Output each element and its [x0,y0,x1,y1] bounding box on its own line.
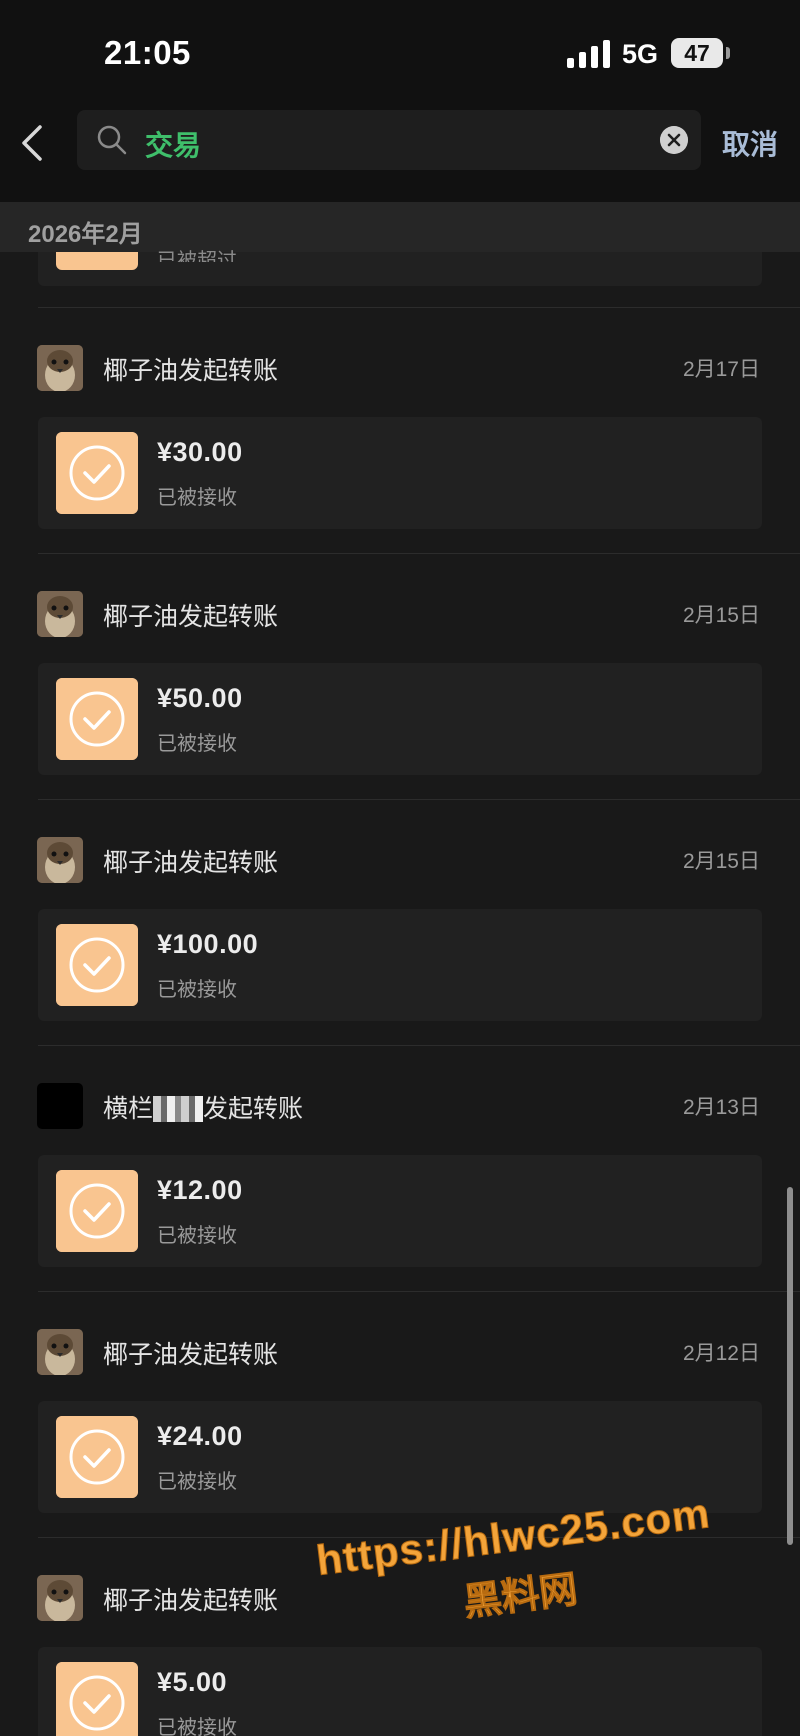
divider [38,799,800,800]
divider [38,1045,800,1046]
avatar[interactable] [37,837,83,883]
transfer-check-icon [56,252,138,270]
avatar[interactable] [37,591,83,637]
divider [38,1537,800,1538]
search-icon [97,125,127,155]
transfer-card[interactable]: ¥24.00 已被接收 [38,1401,762,1513]
avatar[interactable] [37,1329,83,1375]
list-item[interactable]: 椰子油发起转账 2月15日 ¥100.00 已被接收 [0,799,800,1045]
transfer-check-icon [56,678,138,760]
transfer-date: 2月15日 [682,604,760,627]
search-header: 交易 取消 [0,105,800,202]
transfer-card-partial[interactable]: 已被超过 [38,250,762,286]
transfer-amount: ¥30.00 [157,437,243,467]
back-arrow-icon[interactable] [14,121,54,165]
list-item[interactable]: 横栏 发起转账 2月13日 ¥12.00 已被接收 [0,1045,800,1291]
list-item[interactable]: 椰子油发起转账 2月12日 ¥24.00 已被接收 [0,1291,800,1537]
scrollbar[interactable] [787,1187,793,1545]
divider [38,307,800,308]
search-input[interactable]: 交易 [77,110,701,170]
signal-strength-icon [567,40,610,68]
list-item[interactable]: 椰子油发起转账 2月15日 ¥50.00 已被接收 [0,553,800,799]
search-query: 交易 [145,130,202,161]
transfer-date: 2月17日 [682,358,760,381]
sender-name: 椰子油发起转账 [103,1587,279,1615]
sender-name: 椰子油发起转账 [103,849,279,877]
transfer-status: 已被接收 [157,1717,237,1736]
sender-name-prefix: 横栏 [103,1095,154,1123]
avatar[interactable] [37,345,83,391]
redacted-name-block [153,1096,204,1122]
avatar[interactable] [37,1575,83,1621]
transfer-card[interactable]: ¥30.00 已被接收 [38,417,762,529]
transfer-check-icon [56,1416,138,1498]
month-label: 2026年2月 [28,221,143,248]
battery-level: 47 [684,40,710,66]
sender-name: 横栏 发起转账 [103,1089,303,1125]
transfer-status: 已被接收 [157,979,237,1001]
transfer-check-icon [56,1662,138,1736]
transfer-check-icon [56,432,138,514]
transfer-status: 已被接收 [157,487,237,509]
transfer-status: 已被接收 [157,1471,237,1493]
list-item[interactable]: 椰子油发起转账 ¥5.00 已被接收 [0,1537,800,1736]
status-bar: 21:05 5G 47 [0,0,800,105]
network-type: 5G [622,39,659,69]
battery-icon: 47 [671,38,723,68]
transfer-date: 2月12日 [682,1342,760,1365]
transfer-check-icon [56,924,138,1006]
transfer-status: 已被接收 [157,1225,237,1247]
transfer-card[interactable]: ¥12.00 已被接收 [38,1155,762,1267]
transfer-amount: ¥50.00 [157,683,243,713]
battery-tip [726,47,730,59]
clear-search-icon[interactable] [660,126,688,154]
sender-name: 椰子油发起转账 [103,603,279,631]
transfer-status: 已被接收 [157,733,237,755]
cancel-button[interactable]: 取消 [722,123,778,163]
transfer-amount: ¥12.00 [157,1175,243,1205]
divider [38,1291,800,1292]
transfer-date: 2月15日 [682,850,760,873]
transfer-card[interactable]: ¥50.00 已被接收 [38,663,762,775]
avatar[interactable] [37,1083,83,1129]
divider [38,553,800,554]
transfer-amount: ¥24.00 [157,1421,243,1451]
status-time: 21:05 [104,34,191,71]
sender-name-suffix: 发起转账 [203,1095,304,1123]
transfer-amount: ¥5.00 [157,1667,228,1697]
transfer-status: 已被超过 [157,250,237,262]
sender-name: 椰子油发起转账 [103,357,279,385]
list-item[interactable]: 椰子油发起转账 2月17日 ¥30.00 已被接收 [0,307,800,553]
transfer-date: 2月13日 [682,1096,760,1119]
transfer-card[interactable]: ¥100.00 已被接收 [38,909,762,1021]
transfer-card[interactable]: ¥5.00 已被接收 [38,1647,762,1736]
transfer-check-icon [56,1170,138,1252]
month-section-header: 2026年2月 [0,202,800,252]
sender-name: 椰子油发起转账 [103,1341,279,1369]
transfer-amount: ¥100.00 [157,929,259,959]
